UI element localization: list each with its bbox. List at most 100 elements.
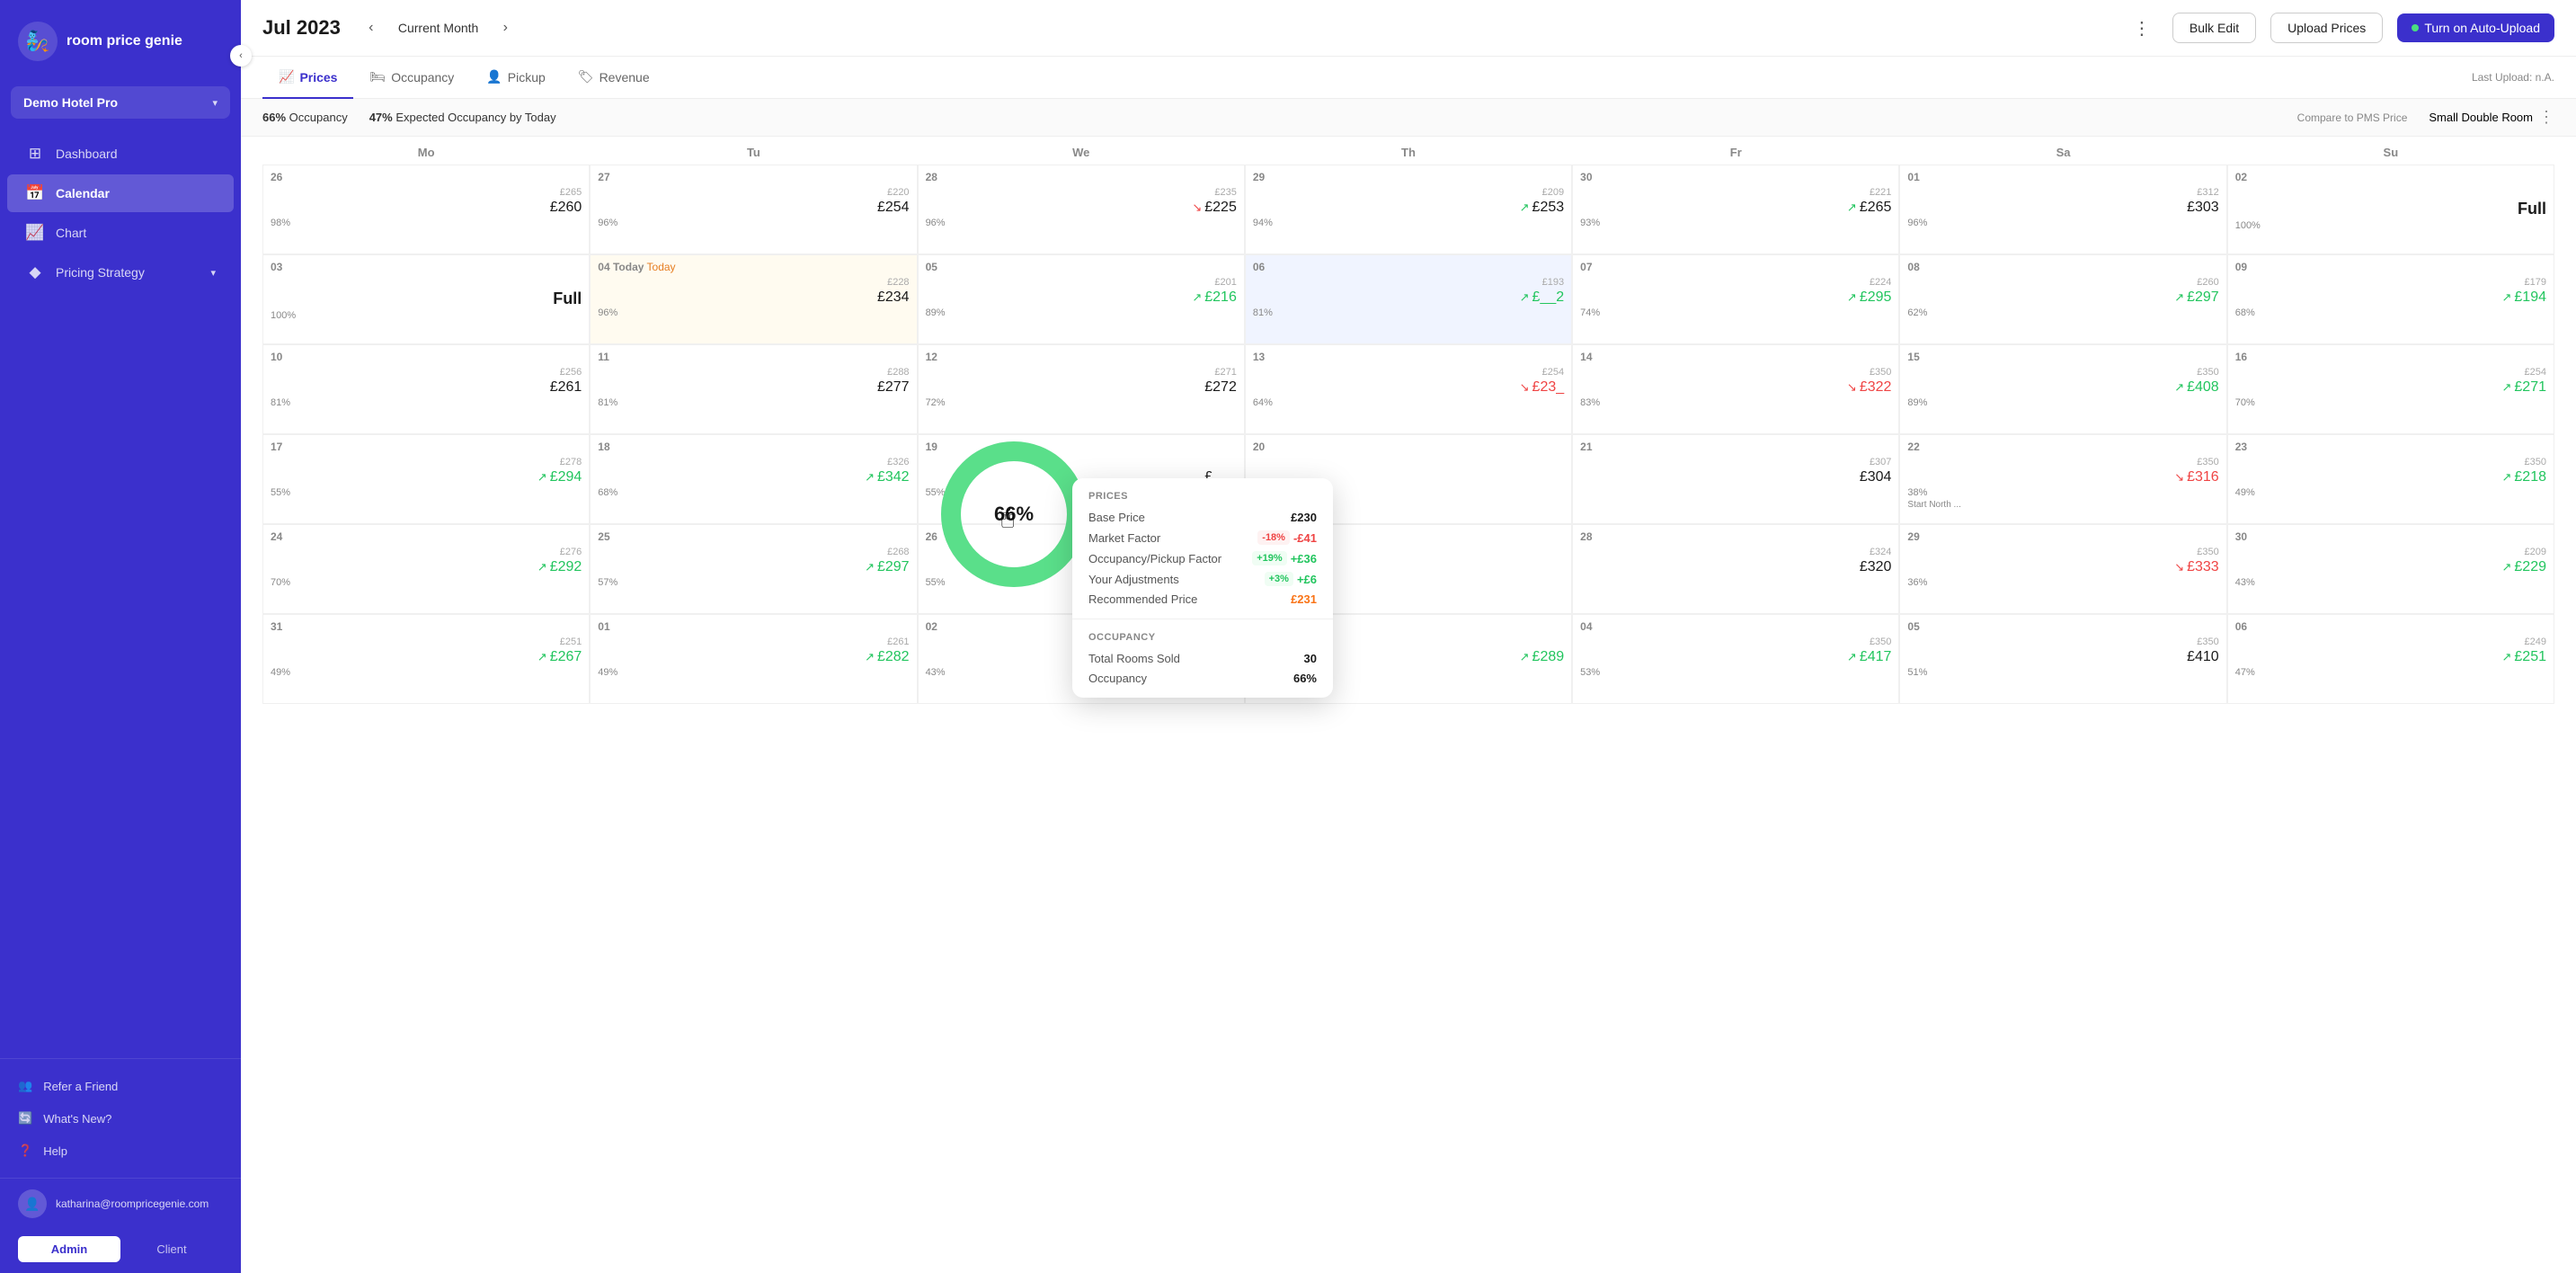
cell-date: 13 bbox=[1253, 351, 1564, 363]
nav-items: ⊞ Dashboard 📅 Calendar 📈 Chart ◆ Pricing… bbox=[0, 126, 241, 1058]
refer-icon: 👥 bbox=[18, 1079, 32, 1093]
table-row[interactable]: 30 £221 ↗ £265 93% bbox=[1572, 165, 1899, 254]
trend-up-icon: ↗ bbox=[537, 650, 547, 664]
cell-price-value: £292 bbox=[550, 559, 582, 575]
trend-up-icon: ↗ bbox=[537, 470, 547, 485]
compare-label: Compare to PMS Price bbox=[2297, 111, 2408, 124]
sidebar-item-dashboard[interactable]: ⊞ Dashboard bbox=[7, 135, 234, 173]
trend-up-icon: ↗ bbox=[2501, 650, 2511, 664]
next-month-button[interactable]: › bbox=[493, 15, 518, 40]
refer-friend-item[interactable]: 👥 Refer a Friend bbox=[0, 1070, 241, 1102]
cell-suggested-price bbox=[1253, 457, 1564, 467]
tab-pickup[interactable]: 👤 Pickup bbox=[470, 57, 561, 99]
trend-up-icon: ↗ bbox=[1192, 290, 1202, 305]
cell-date: 18 bbox=[598, 441, 909, 453]
cell-date: 25 bbox=[598, 530, 909, 543]
sidebar-item-pricing-strategy[interactable]: ◆ Pricing Strategy ▾ bbox=[7, 254, 234, 291]
cell-occupancy: 98% bbox=[271, 218, 582, 228]
table-row[interactable]: 23 £350 ↗ £218 49% bbox=[2227, 434, 2554, 524]
prev-month-button[interactable]: ‹ bbox=[359, 15, 384, 40]
table-row[interactable]: 24 £276 ↗ £292 70% bbox=[262, 524, 590, 614]
cell-date: 05 bbox=[926, 261, 1237, 273]
table-row[interactable]: 14 £350 ↘ £322 83% bbox=[1572, 344, 1899, 434]
table-row[interactable]: 27 £220 £254 96% bbox=[590, 165, 917, 254]
cell-price-value: £267 bbox=[550, 649, 582, 665]
table-row[interactable]: 30 £209 ↗ £229 43% bbox=[2227, 524, 2554, 614]
cell-date: 30 bbox=[1580, 171, 1891, 183]
table-row[interactable]: 04 £350 ↗ £417 53% bbox=[1572, 614, 1899, 704]
table-row[interactable]: 21 £307 £304 bbox=[1572, 434, 1899, 524]
table-row[interactable]: 29 £350 ↘ £333 36% bbox=[1899, 524, 2226, 614]
table-row[interactable]: 28 £324 £320 bbox=[1572, 524, 1899, 614]
tooltip-adjustments-row: Your Adjustments +3% +£6 bbox=[1088, 572, 1317, 586]
trend-up-icon: ↗ bbox=[1847, 650, 1857, 664]
more-options-button[interactable]: ⋮ bbox=[2126, 13, 2158, 43]
cell-price-value: £282 bbox=[877, 649, 910, 665]
table-row[interactable]: 29 £209 ↗ £253 94% bbox=[1245, 165, 1572, 254]
client-tab[interactable]: Client bbox=[120, 1236, 223, 1262]
tab-occupancy[interactable]: 🛏 Occupancy bbox=[353, 57, 470, 99]
table-row[interactable]: 11 £288 £277 81% bbox=[590, 344, 917, 434]
day-su: Su bbox=[2227, 146, 2554, 159]
cell-price: ↗ £__2 bbox=[1253, 289, 1564, 306]
table-row[interactable]: 08 £260 ↗ £297 62% bbox=[1899, 254, 2226, 344]
cell-suggested-price: £193 bbox=[1253, 277, 1564, 288]
help-item[interactable]: ❓ Help bbox=[0, 1135, 241, 1167]
table-row[interactable]: 10 £256 £261 81% bbox=[262, 344, 590, 434]
room-type-more-icon[interactable]: ⋮ bbox=[2538, 108, 2554, 127]
table-row[interactable]: 12 £271 £272 72% bbox=[918, 344, 1245, 434]
table-row[interactable]: 09 £179 ↗ £194 68% bbox=[2227, 254, 2554, 344]
bulk-edit-button[interactable]: Bulk Edit bbox=[2172, 13, 2256, 43]
tooltip-occ-value: 66% bbox=[1293, 672, 1317, 685]
table-row[interactable]: 17 £278 ↗ £294 55% bbox=[262, 434, 590, 524]
table-row[interactable]: 28 £235 ↘ £225 96% bbox=[918, 165, 1245, 254]
cell-occupancy: 49% bbox=[271, 667, 582, 678]
cell-suggested-price: £265 bbox=[271, 187, 582, 198]
upload-prices-button[interactable]: Upload Prices bbox=[2270, 13, 2383, 43]
trend-up-icon: ↗ bbox=[2174, 290, 2184, 305]
hotel-selector[interactable]: Demo Hotel Pro ▾ bbox=[11, 86, 230, 119]
room-type-selector[interactable]: Small Double Room ⋮ bbox=[2429, 108, 2554, 127]
cell-price-value: £271 bbox=[2514, 379, 2546, 396]
cell-date: 14 bbox=[1580, 351, 1891, 363]
help-label: Help bbox=[43, 1144, 67, 1158]
table-row[interactable]: 07 £224 ↗ £295 74% bbox=[1572, 254, 1899, 344]
sidebar-item-chart[interactable]: 📈 Chart bbox=[7, 214, 234, 252]
auto-upload-button[interactable]: Turn on Auto-Upload bbox=[2397, 13, 2554, 42]
table-row[interactable]: 02 Full 100% bbox=[2227, 165, 2554, 254]
table-row[interactable]: 18 £326 ↗ £342 68% bbox=[590, 434, 917, 524]
tooltip-market-factor-row: Market Factor -18% -£41 bbox=[1088, 530, 1317, 545]
cell-price-value: £322 bbox=[1860, 379, 1892, 396]
cell-price: ↘ £322 bbox=[1580, 379, 1891, 396]
main-content: Jul 2023 ‹ Current Month › ⋮ Bulk Edit U… bbox=[241, 0, 2576, 1273]
table-row[interactable]: 25 £268 ↗ £297 57% bbox=[590, 524, 917, 614]
logo-area: 🧞 room price genie bbox=[0, 0, 241, 79]
current-month-button[interactable]: Current Month bbox=[398, 21, 478, 35]
pickup-tab-label: Pickup bbox=[508, 70, 546, 85]
tab-prices[interactable]: 📈 Prices bbox=[262, 57, 353, 99]
table-row[interactable]: 31 £251 ↗ £267 49% bbox=[262, 614, 590, 704]
sidebar-item-calendar[interactable]: 📅 Calendar bbox=[7, 174, 234, 212]
table-row[interactable]: 26 £265 £260 98% bbox=[262, 165, 590, 254]
table-row[interactable]: 04 Today £228 £234 96% bbox=[590, 254, 917, 344]
table-row[interactable]: 22 £350 ↘ £316 38% Start North ... bbox=[1899, 434, 2226, 524]
sidebar-collapse-button[interactable]: ‹ bbox=[230, 45, 252, 67]
table-row[interactable]: 05 £201 ↗ £216 89% bbox=[918, 254, 1245, 344]
whats-new-item[interactable]: 🔄 What's New? bbox=[0, 1102, 241, 1135]
table-row[interactable]: 15 £350 ↗ £408 89% bbox=[1899, 344, 2226, 434]
cell-price: ↗ £282 bbox=[598, 649, 909, 665]
cell-date: 30 bbox=[2235, 530, 2546, 543]
table-row[interactable]: 13 £254 ↘ £23_ 64% bbox=[1245, 344, 1572, 434]
table-row[interactable]: 05 £350 £410 51% bbox=[1899, 614, 2226, 704]
admin-tab[interactable]: Admin bbox=[18, 1236, 120, 1262]
table-row[interactable]: 03 Full 100% bbox=[262, 254, 590, 344]
table-row[interactable]: 06 £193 ↗ £__2 81% bbox=[1245, 254, 1572, 344]
table-row[interactable]: 16 £254 ↗ £271 70% bbox=[2227, 344, 2554, 434]
tab-revenue[interactable]: 🏷 Revenue bbox=[562, 57, 666, 99]
revenue-tab-label: Revenue bbox=[600, 70, 650, 85]
table-row[interactable]: 01 £261 ↗ £282 49% bbox=[590, 614, 917, 704]
cell-price-value: £218 bbox=[2514, 469, 2546, 485]
table-row[interactable]: 06 £249 ↗ £251 47% bbox=[2227, 614, 2554, 704]
table-row[interactable]: 01 £312 £303 96% bbox=[1899, 165, 2226, 254]
cell-date: 01 bbox=[1907, 171, 2218, 183]
